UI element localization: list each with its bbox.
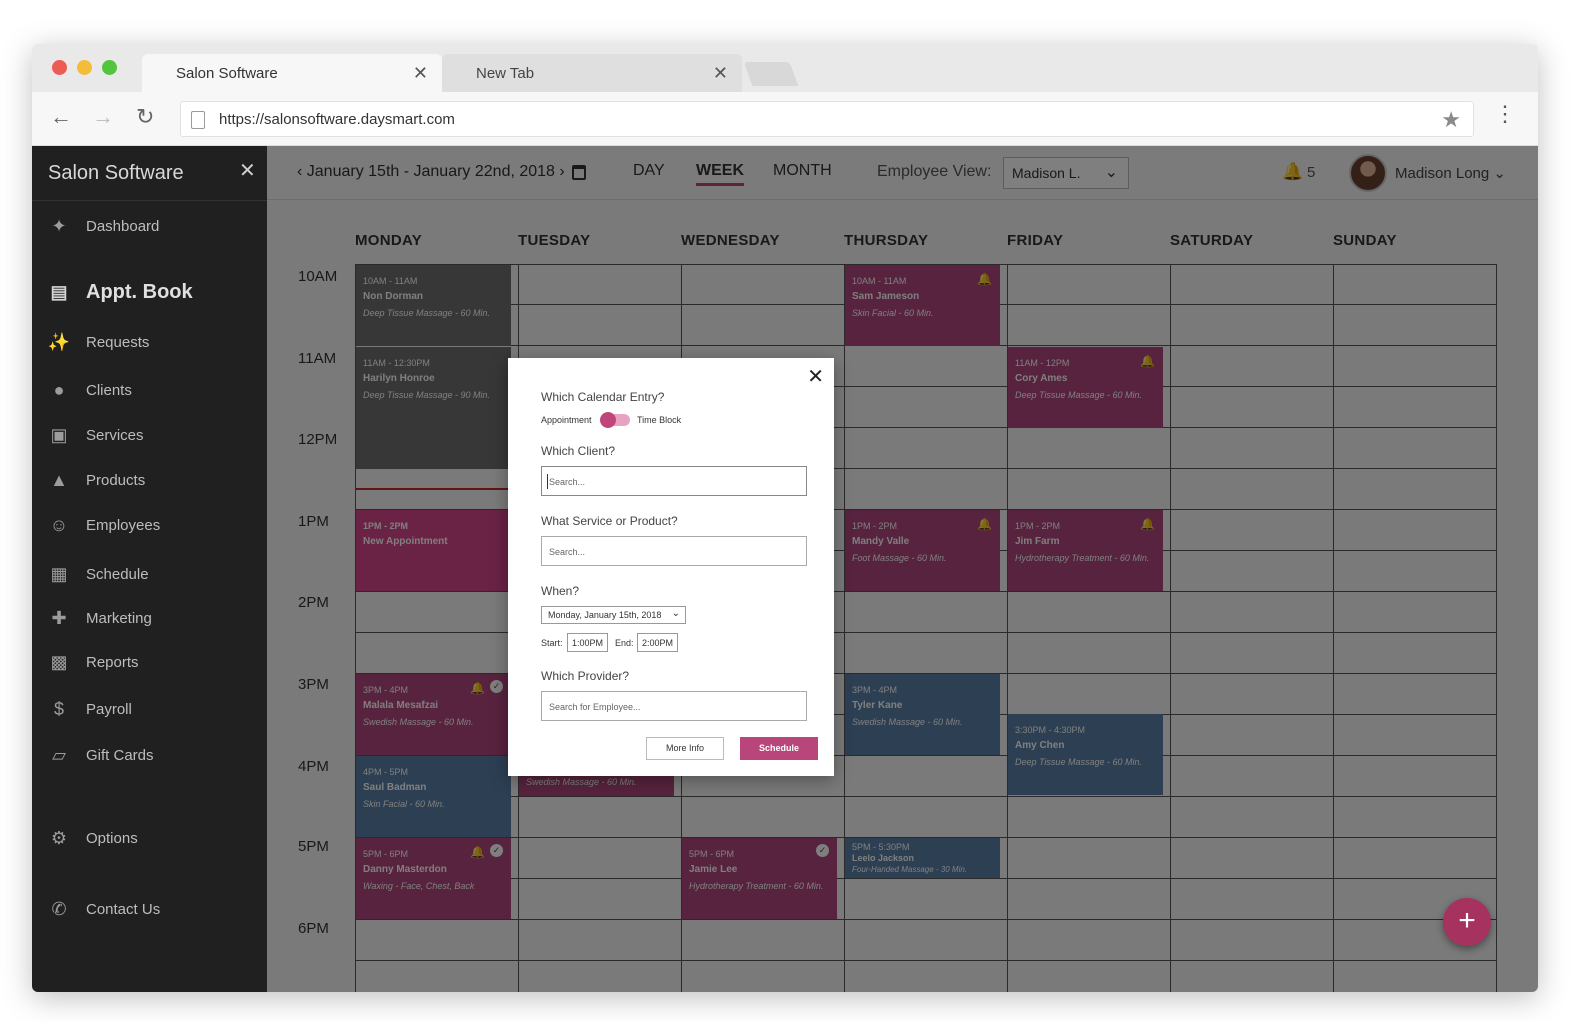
sidebar-item-label: Schedule xyxy=(86,565,149,583)
service-search-placeholder: Search... xyxy=(549,547,586,557)
toggle-left-label: Appointment xyxy=(541,415,592,425)
provider-label: Which Provider? xyxy=(541,669,630,683)
browser-tab-active[interactable]: Salon Software ✕ xyxy=(142,54,442,92)
employees-icon: ☺ xyxy=(49,514,69,535)
payroll-icon: $ xyxy=(53,698,64,719)
gear-icon: ⚙ xyxy=(50,827,68,848)
sidebar-item-label: Appt. Book xyxy=(86,280,193,303)
phone-icon: ✆ xyxy=(51,898,67,919)
sidebar-item-label: Services xyxy=(86,426,144,444)
sidebar: Salon Software ✕ ✦ Dashboard ▤ Appt. Boo… xyxy=(32,146,267,992)
provider-search-placeholder: Search for Employee... xyxy=(549,702,641,712)
entry-type-toggle[interactable] xyxy=(600,412,630,428)
sidebar-item-products[interactable]: ▲ Products xyxy=(46,465,145,495)
browser-tabbar: Salon Software ✕ New Tab ✕ xyxy=(32,44,1538,92)
sidebar-item-contact-us[interactable]: ✆ Contact Us xyxy=(46,894,160,924)
new-tab-button[interactable] xyxy=(743,62,799,86)
add-appointment-button[interactable]: + xyxy=(1443,898,1491,946)
sidebar-divider xyxy=(32,200,267,201)
bookmark-star-icon[interactable]: ★ xyxy=(1441,107,1461,133)
reports-icon: ▩ xyxy=(50,651,68,672)
main-content: ‹ January 15th - January 22nd, 2018 › DA… xyxy=(267,146,1538,992)
services-icon: ▣ xyxy=(50,424,68,445)
start-label: Start: xyxy=(541,638,563,648)
sidebar-item-services[interactable]: ▣ Services xyxy=(46,420,144,450)
schedule-icon: ▦ xyxy=(50,563,68,584)
start-time-value: 1:00PM xyxy=(572,638,604,648)
sidebar-item-label: Products xyxy=(86,471,146,489)
sidebar-item-employees[interactable]: ☺ Employees xyxy=(46,510,160,540)
browser-menu-icon[interactable]: ⋮ xyxy=(1494,103,1516,125)
sidebar-item-label: Payroll xyxy=(86,700,132,718)
tab-close-icon[interactable]: ✕ xyxy=(713,63,728,84)
sidebar-item-clients[interactable]: ● Clients xyxy=(46,375,132,405)
sidebar-item-payroll[interactable]: $ Payroll xyxy=(46,694,132,724)
close-window-button[interactable] xyxy=(52,60,67,75)
chevron-down-icon: ⌄ xyxy=(671,608,680,619)
sidebar-item-label: Gift Cards xyxy=(86,746,154,764)
service-search-input[interactable]: Search... xyxy=(541,536,807,566)
requests-icon: ✨ xyxy=(47,331,71,352)
url-field[interactable]: https://salonsoftware.daysmart.com ★ xyxy=(180,101,1474,137)
client-search-placeholder: Search... xyxy=(549,477,586,487)
sidebar-item-gift-cards[interactable]: ▱ Gift Cards xyxy=(46,740,154,770)
date-select[interactable]: Monday, January 15th, 2018 ⌄ xyxy=(541,606,686,624)
sidebar-item-options[interactable]: ⚙ Options xyxy=(46,823,138,853)
modal-backdrop[interactable] xyxy=(267,146,1538,992)
date-value: Monday, January 15th, 2018 xyxy=(548,610,662,620)
browser-tab-new[interactable]: New Tab ✕ xyxy=(442,54,742,92)
sidebar-item-dashboard[interactable]: ✦ Dashboard xyxy=(46,211,159,241)
end-label: End: xyxy=(615,638,634,648)
sidebar-item-label: Requests xyxy=(86,333,150,351)
sidebar-item-label: Reports xyxy=(86,653,139,671)
gift-cards-icon: ▱ xyxy=(52,744,66,765)
start-time-input[interactable]: 1:00PM xyxy=(567,633,609,652)
close-icon[interactable]: ✕ xyxy=(807,364,824,389)
tab-title: Salon Software xyxy=(176,64,278,82)
sidebar-item-marketing[interactable]: ✚ Marketing xyxy=(46,603,152,633)
marketing-icon: ✚ xyxy=(51,607,67,628)
tab-title: New Tab xyxy=(476,64,535,82)
toggle-knob xyxy=(600,412,616,428)
entry-type-label: Which Calendar Entry? xyxy=(541,390,665,404)
end-time-input[interactable]: 2:00PM xyxy=(637,633,679,652)
sidebar-item-label: Contact Us xyxy=(86,900,161,918)
url-text: https://salonsoftware.daysmart.com xyxy=(219,111,455,128)
clients-icon: ● xyxy=(53,379,65,400)
sidebar-item-schedule[interactable]: ▦ Schedule xyxy=(46,559,149,589)
sidebar-title: Salon Software xyxy=(48,162,184,184)
page-icon xyxy=(191,111,205,129)
calendar-icon: ▤ xyxy=(50,281,68,302)
maximize-window-button[interactable] xyxy=(102,60,117,75)
end-time-value: 2:00PM xyxy=(642,638,674,648)
provider-search-input[interactable]: Search for Employee... xyxy=(541,691,807,721)
sidebar-item-label: Employees xyxy=(86,516,161,534)
back-arrow-icon[interactable]: ← xyxy=(50,104,72,130)
tab-close-icon[interactable]: ✕ xyxy=(413,63,428,84)
forward-arrow-icon[interactable]: → xyxy=(92,104,114,130)
products-icon: ▲ xyxy=(50,469,68,490)
toggle-right-label: Time Block xyxy=(637,415,682,425)
sidebar-item-requests[interactable]: ✨ Requests xyxy=(46,327,150,357)
sidebar-item-appt-book[interactable]: ▤ Appt. Book xyxy=(46,277,193,307)
sidebar-item-reports[interactable]: ▩ Reports xyxy=(46,647,139,677)
sidebar-item-label: Dashboard xyxy=(86,217,160,235)
sidebar-item-label: Options xyxy=(86,829,138,847)
minimize-window-button[interactable] xyxy=(77,60,92,75)
dashboard-icon: ✦ xyxy=(51,215,67,236)
address-bar: ← → ↻ https://salonsoftware.daysmart.com… xyxy=(32,92,1538,146)
sidebar-close-icon[interactable]: ✕ xyxy=(239,158,256,183)
when-label: When? xyxy=(541,584,580,598)
reload-icon[interactable]: ↻ xyxy=(136,104,154,130)
service-label: What Service or Product? xyxy=(541,514,678,528)
more-info-button[interactable]: More Info xyxy=(646,737,724,760)
client-search-input[interactable]: Search... xyxy=(541,466,807,496)
sidebar-item-label: Marketing xyxy=(86,609,152,627)
sidebar-item-label: Clients xyxy=(86,381,132,399)
new-appointment-dialog: ✕ Which Calendar Entry? Appointment Time… xyxy=(508,358,834,776)
schedule-button[interactable]: Schedule xyxy=(740,737,818,760)
client-label: Which Client? xyxy=(541,444,616,458)
